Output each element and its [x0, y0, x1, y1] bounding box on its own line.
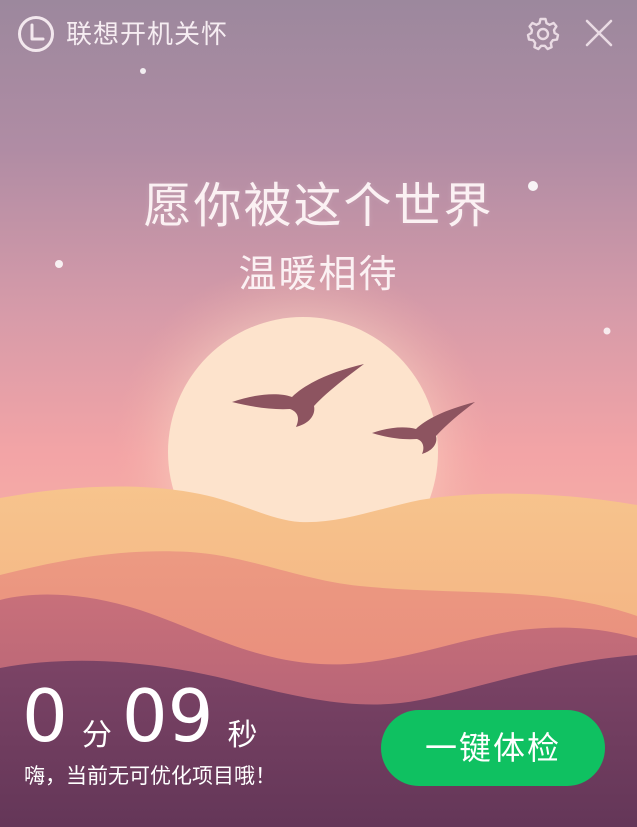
- clock-icon: [18, 16, 54, 52]
- minutes-unit: 分: [81, 718, 112, 753]
- boot-time: 0 分 09 秒: [22, 676, 267, 756]
- boot-care-window: 联想开机关怀 愿你被这个世界 温暖相待 0 分 09 秒 嗨，当前无可优化项目哦！ 一…: [0, 0, 637, 827]
- close-button[interactable]: [580, 14, 618, 52]
- boot-seconds: 09: [121, 674, 214, 758]
- settings-button[interactable]: [524, 14, 562, 52]
- slogan-line-1: 愿你被这个世界: [143, 178, 494, 234]
- boot-minutes: 0: [22, 674, 68, 758]
- close-icon: [585, 19, 613, 47]
- status-message: 嗨，当前无可优化项目哦！: [24, 764, 276, 788]
- app-title: 联想开机关怀: [66, 20, 229, 50]
- seconds-unit: 秒: [227, 718, 258, 753]
- title-bar: 联想开机关怀: [0, 0, 637, 70]
- one-click-checkup-button[interactable]: 一键体检: [381, 710, 605, 786]
- gear-icon: [526, 17, 560, 51]
- slogan-line-2: 温暖相待: [238, 252, 399, 296]
